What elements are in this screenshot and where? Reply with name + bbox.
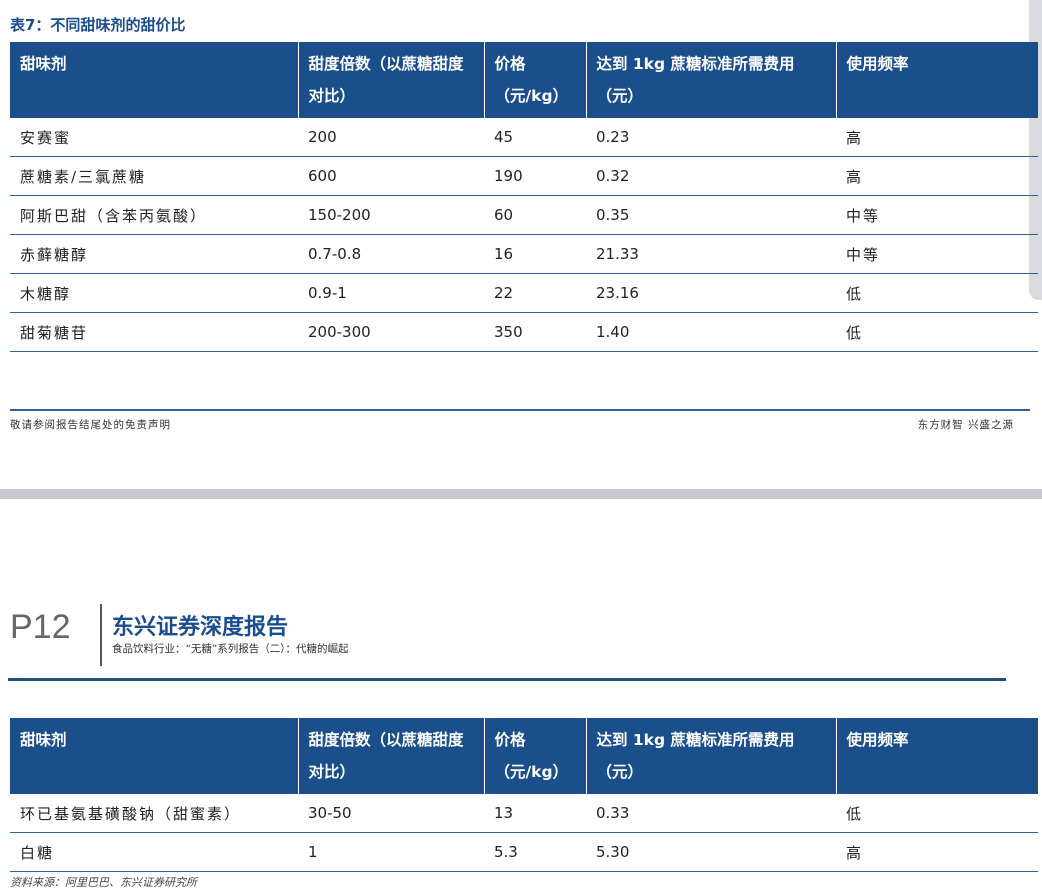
cell-sweetness-multiple: 600 xyxy=(298,156,484,196)
header-cost: 达到 1kg 蔗糖标准所需费用（元） xyxy=(586,718,837,794)
cell-price: 60 xyxy=(484,195,586,235)
header-sweetener: 甜味剂 xyxy=(10,42,299,118)
cell-price: 5.3 xyxy=(484,832,586,872)
header-frequency: 使用频率 xyxy=(836,42,1038,118)
cell-sweetener: 阿斯巴甜（含苯丙氨酸） xyxy=(10,195,298,235)
header-price: 价格 （元/kg） xyxy=(484,42,587,118)
table-row: 环已基氨基磺酸钠（甜蜜素） 30-50 13 0.33 低 xyxy=(10,794,1038,833)
footer-rule xyxy=(10,409,1030,411)
table-title: 表7：不同甜味剂的甜价比 xyxy=(10,16,186,34)
cell-frequency: 高 xyxy=(836,118,1038,157)
table-row: 蔗糖素/三氯蔗糖 600 190 0.32 高 xyxy=(10,156,1038,196)
table-row: 木糖醇 0.9-1 22 23.16 低 xyxy=(10,273,1038,313)
slogan: 东方财智 兴盛之源 xyxy=(917,419,1014,431)
table-row: 赤藓糖醇 0.7-0.8 16 21.33 中等 xyxy=(10,234,1038,274)
header-rule xyxy=(8,678,1006,681)
cell-cost: 0.32 xyxy=(586,156,836,196)
header-sweetness-multiple: 甜度倍数（以蔗糖甜度对比） xyxy=(298,42,485,118)
header-divider xyxy=(100,604,102,666)
table-header-row: 甜味剂 甜度倍数（以蔗糖甜度对比） 价格 （元/kg） 达到 1kg 蔗糖标准所… xyxy=(10,718,1038,794)
disclaimer-note: 敬请参阅报告结尾处的免责声明 xyxy=(10,419,171,431)
cell-frequency: 低 xyxy=(836,794,1038,833)
cell-sweetness-multiple: 200 xyxy=(298,118,484,157)
cell-price: 45 xyxy=(484,118,586,157)
header-cost: 达到 1kg 蔗糖标准所需费用（元） xyxy=(586,42,837,118)
header-sweetener: 甜味剂 xyxy=(10,718,299,794)
sweetener-table-top: 甜味剂 甜度倍数（以蔗糖甜度对比） 价格 （元/kg） 达到 1kg 蔗糖标准所… xyxy=(10,42,1038,352)
page-separator xyxy=(0,489,1042,499)
cell-sweetener: 赤藓糖醇 xyxy=(10,234,298,274)
cell-frequency: 中等 xyxy=(836,234,1038,274)
cell-cost: 0.35 xyxy=(586,195,836,235)
table-row: 阿斯巴甜（含苯丙氨酸） 150-200 60 0.35 中等 xyxy=(10,195,1038,235)
cell-price: 22 xyxy=(484,273,586,313)
cell-cost: 21.33 xyxy=(586,234,836,274)
cell-sweetener: 安赛蜜 xyxy=(10,118,298,157)
sweetener-table-bottom: 甜味剂 甜度倍数（以蔗糖甜度对比） 价格 （元/kg） 达到 1kg 蔗糖标准所… xyxy=(10,718,1038,872)
cell-cost: 23.16 xyxy=(586,273,836,313)
cell-cost: 0.33 xyxy=(586,794,836,833)
cell-frequency: 低 xyxy=(836,312,1038,352)
data-source: 资料来源：阿里巴巴、东兴证券研究所 xyxy=(10,876,197,889)
table-row: 安赛蜜 200 45 0.23 高 xyxy=(10,118,1038,157)
cell-sweetener: 白糖 xyxy=(10,832,298,872)
cell-frequency: 中等 xyxy=(836,195,1038,235)
table-row: 白糖 1 5.3 5.30 高 xyxy=(10,832,1038,872)
cell-frequency: 高 xyxy=(836,156,1038,196)
cell-price: 190 xyxy=(484,156,586,196)
cell-frequency: 高 xyxy=(836,832,1038,872)
header-sweetness-multiple: 甜度倍数（以蔗糖甜度对比） xyxy=(298,718,485,794)
header-frequency: 使用频率 xyxy=(836,718,1038,794)
report-title: 东兴证券深度报告 xyxy=(112,615,289,640)
header-price: 价格 （元/kg） xyxy=(484,718,587,794)
table-row: 甜菊糖苷 200-300 350 1.40 低 xyxy=(10,312,1038,352)
cell-sweetness-multiple: 150-200 xyxy=(298,195,484,235)
cell-price: 350 xyxy=(484,312,586,352)
report-subtitle: 食品饮料行业：“无糖”系列报告（二）：代糖的崛起 xyxy=(112,643,349,655)
cell-sweetener: 蔗糖素/三氯蔗糖 xyxy=(10,156,298,196)
cell-sweetener: 环已基氨基磺酸钠（甜蜜素） xyxy=(10,794,298,833)
cell-sweetener: 甜菊糖苷 xyxy=(10,312,298,352)
cell-sweetener: 木糖醇 xyxy=(10,273,298,313)
cell-frequency: 低 xyxy=(836,273,1038,313)
cell-price: 13 xyxy=(484,794,586,833)
cell-sweetness-multiple: 30-50 xyxy=(298,794,484,833)
cell-sweetness-multiple: 0.9-1 xyxy=(298,273,484,313)
table-header-row: 甜味剂 甜度倍数（以蔗糖甜度对比） 价格 （元/kg） 达到 1kg 蔗糖标准所… xyxy=(10,42,1038,118)
page-number: P12 xyxy=(10,608,71,646)
cell-cost: 5.30 xyxy=(586,832,836,872)
cell-cost: 0.23 xyxy=(586,118,836,157)
cell-price: 16 xyxy=(484,234,586,274)
cell-cost: 1.40 xyxy=(586,312,836,352)
cell-sweetness-multiple: 0.7-0.8 xyxy=(298,234,484,274)
cell-sweetness-multiple: 200-300 xyxy=(298,312,484,352)
cell-sweetness-multiple: 1 xyxy=(298,832,484,872)
